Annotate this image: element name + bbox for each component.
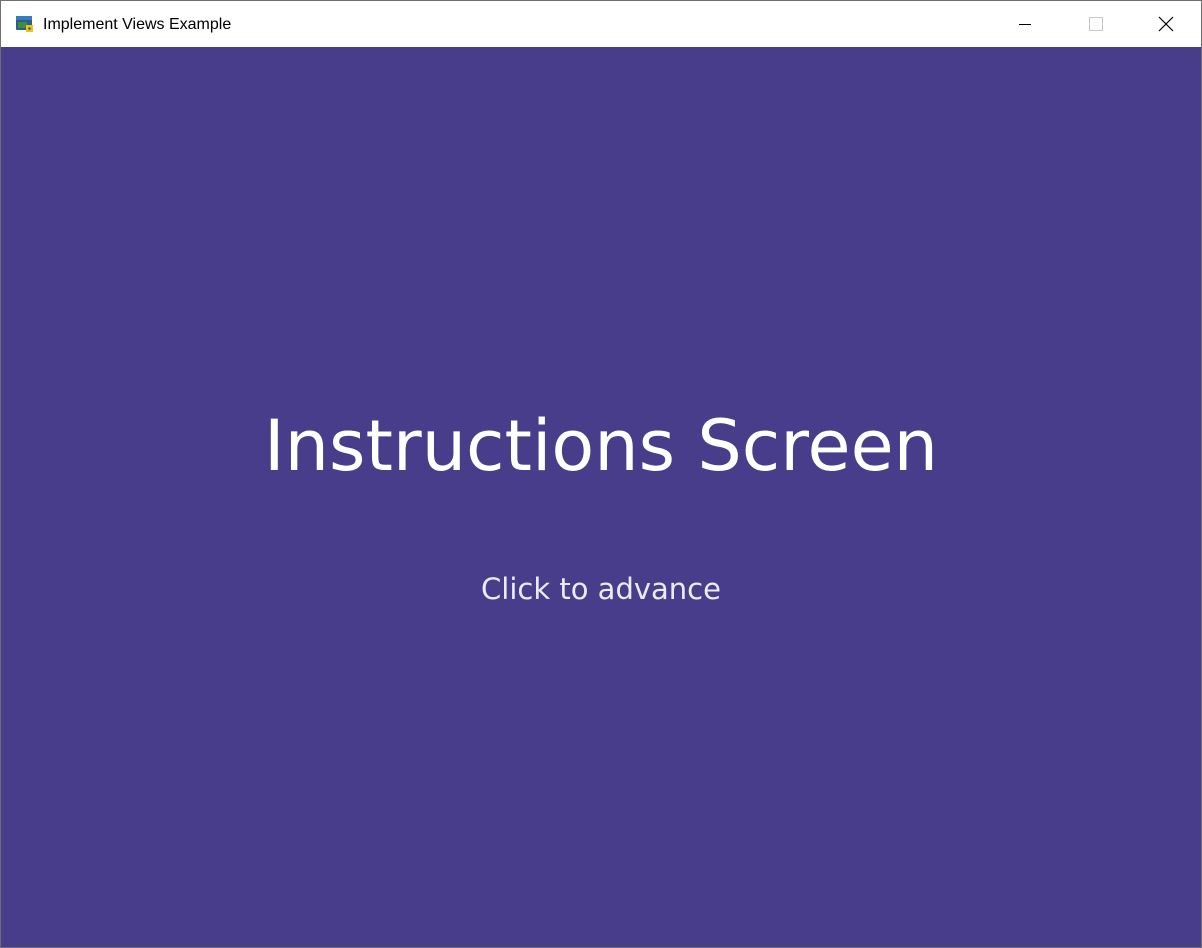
maximize-button[interactable] [1073,1,1119,47]
python-app-icon [15,14,35,34]
title-bar[interactable]: Implement Views Example [1,1,1201,47]
instructions-view[interactable]: Instructions Screen Click to advance [1,47,1201,947]
view-heading: Instructions Screen [263,405,939,487]
advance-prompt: Click to advance [481,572,721,606]
app-window: Implement Views Example Instructions Scr… [0,0,1202,948]
window-title: Implement Views Example [43,16,232,33]
maximize-icon [1089,17,1103,31]
close-icon [1158,16,1174,32]
close-button[interactable] [1143,1,1189,47]
minimize-icon [1019,18,1031,30]
minimize-button[interactable] [1002,1,1048,47]
